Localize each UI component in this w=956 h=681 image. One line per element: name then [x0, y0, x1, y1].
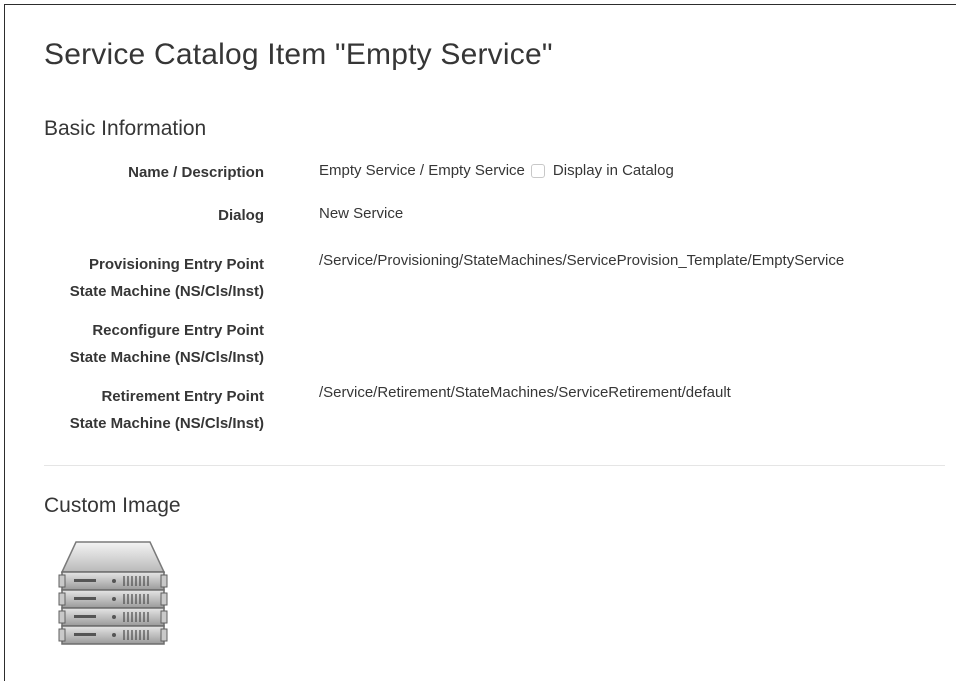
dialog-value: New Service	[319, 205, 404, 222]
section-divider	[44, 465, 945, 466]
retirement-entry-point-value: /Service/Retirement/StateMachines/Servic…	[319, 384, 731, 401]
reconfigure-entry-point-label: Reconfigure Entry Point State Machine (N…	[69, 322, 264, 366]
display-in-catalog-label: Display in Catalog	[552, 162, 674, 179]
name-description-label: Name / Description	[128, 164, 264, 181]
basic-information-heading: Basic Information	[44, 117, 207, 140]
dialog-label: Dialog	[218, 207, 264, 224]
server-rack-icon	[58, 541, 168, 645]
display-in-catalog-checkbox[interactable]	[530, 164, 545, 178]
name-description-text: Empty Service / Empty Service	[319, 162, 525, 179]
retirement-entry-point-label: Retirement Entry Point State Machine (NS…	[69, 388, 264, 432]
name-description-value: Empty Service / Empty Service Display in …	[319, 161, 674, 181]
provisioning-entry-point-label: Provisioning Entry Point State Machine (…	[69, 256, 264, 300]
custom-image-heading: Custom Image	[44, 494, 181, 517]
page-title: Service Catalog Item "Empty Service"	[44, 38, 553, 71]
provisioning-entry-point-value: /Service/Provisioning/StateMachines/Serv…	[319, 252, 845, 269]
